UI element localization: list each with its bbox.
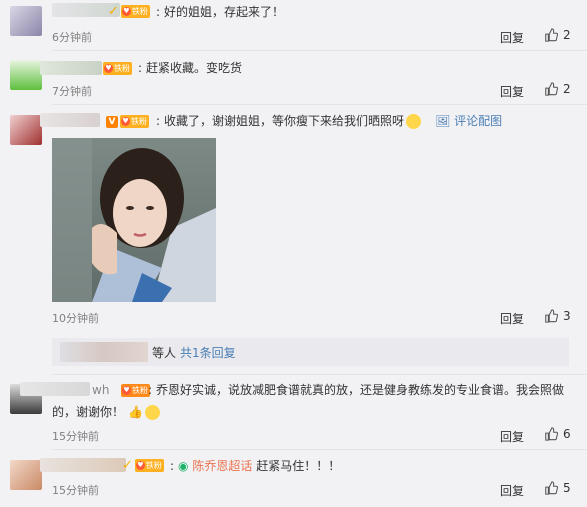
fan-badge[interactable]: ♥ 铁粉 bbox=[103, 62, 132, 75]
smile-emoji-icon bbox=[406, 114, 422, 129]
username-blurred[interactable] bbox=[40, 458, 126, 472]
comment-time: 6分钟前 bbox=[52, 31, 92, 44]
user-badges: ♥ 铁粉 bbox=[103, 62, 132, 75]
thumbs-up-icon bbox=[545, 309, 558, 323]
image-icon: 🖼 bbox=[435, 114, 451, 128]
subreply-suffix: 等人 bbox=[152, 345, 177, 360]
thumbs-up-icon bbox=[545, 82, 558, 96]
avatar[interactable] bbox=[10, 6, 42, 36]
like-button[interactable]: 3 bbox=[544, 309, 571, 323]
fan-icon: ♥ bbox=[121, 117, 130, 126]
comment-image-link[interactable]: 🖼 评论配图 bbox=[435, 114, 502, 128]
user-badges: ✓ ♥ 铁粉 bbox=[108, 5, 150, 18]
divider bbox=[52, 374, 587, 375]
like-button[interactable]: 6 bbox=[544, 427, 571, 441]
like-count: 2 bbox=[563, 28, 571, 42]
comment-text: : 赶紧收藏。变吃货 bbox=[138, 61, 243, 75]
reply-button[interactable]: 回复 bbox=[500, 29, 524, 46]
divider bbox=[52, 104, 587, 105]
vip-v-icon: V bbox=[106, 115, 118, 128]
like-button[interactable]: 2 bbox=[544, 82, 571, 96]
comment-text-line-2: 的，谢谢你！ 👍 bbox=[52, 402, 160, 422]
like-button[interactable]: 5 bbox=[544, 481, 571, 495]
reply-button[interactable]: 回复 bbox=[500, 83, 524, 100]
reply-button[interactable]: 回复 bbox=[500, 428, 524, 445]
fan-badge[interactable]: ♥ 铁粉 bbox=[120, 115, 149, 128]
avatar[interactable] bbox=[10, 460, 42, 490]
divider bbox=[52, 50, 587, 51]
laugh-emoji-icon bbox=[144, 405, 160, 420]
fan-badge[interactable]: ♥ 铁粉 bbox=[134, 459, 164, 472]
fan-icon: ♥ bbox=[121, 7, 131, 16]
username-suffix[interactable]: wh bbox=[92, 380, 109, 400]
like-button[interactable]: 2 bbox=[544, 28, 571, 42]
fan-badge[interactable]: ♥ 铁粉 bbox=[120, 5, 150, 18]
comment-text-line-1: : 乔恩好实诚，说放减肥食谱就真的放，还是健身教练发的专业食谱。我会照做 bbox=[148, 383, 565, 397]
supertopic-link[interactable]: ◉ 陈乔恩超话 bbox=[178, 459, 252, 473]
username-blurred[interactable] bbox=[40, 61, 102, 75]
comment-time: 7分钟前 bbox=[52, 85, 92, 98]
comment-time: 15分钟前 bbox=[52, 484, 99, 497]
supertopic-icon: ◉ bbox=[178, 459, 189, 473]
thumbs-up-icon bbox=[545, 28, 558, 42]
thumbs-up-icon bbox=[545, 481, 558, 495]
fan-icon: ♥ bbox=[135, 461, 145, 470]
vip-check-icon: ✓ bbox=[108, 3, 119, 19]
vip-check-icon: ✓ bbox=[122, 457, 133, 473]
comment-text: : 好的姐姐，存起来了！ bbox=[156, 5, 285, 19]
divider bbox=[52, 449, 587, 450]
avatar[interactable] bbox=[10, 115, 42, 145]
comment-photo[interactable] bbox=[52, 138, 216, 302]
thumbs-up-emoji-icon: 👍 bbox=[128, 405, 143, 419]
username-blurred[interactable] bbox=[20, 382, 90, 396]
subreply-avatars-blurred bbox=[60, 342, 148, 362]
avatar[interactable] bbox=[10, 60, 42, 90]
fan-icon: ♥ bbox=[104, 64, 113, 73]
subreply-summary[interactable]: 等人 共1条回复 bbox=[52, 338, 569, 366]
comment-text: : ◉ 陈乔恩超话 赶紧马住！！！ bbox=[170, 459, 341, 473]
thumbs-up-icon bbox=[545, 427, 558, 441]
username-blurred[interactable] bbox=[40, 113, 100, 127]
user-badges: ♥ 铁粉 bbox=[121, 384, 150, 397]
fan-icon: ♥ bbox=[122, 386, 131, 395]
comment-time: 15分钟前 bbox=[52, 430, 99, 443]
like-count: 3 bbox=[563, 309, 571, 323]
comment-text: : 收藏了，谢谢姐姐，等你瘦下来给我们晒照呀 🖼 评论配图 bbox=[156, 114, 503, 129]
user-badges: ✓ ♥ 铁粉 bbox=[122, 459, 164, 472]
portrait-image bbox=[52, 138, 216, 302]
like-count: 2 bbox=[563, 82, 571, 96]
like-count: 5 bbox=[563, 481, 571, 495]
user-badges: V ♥ 铁粉 bbox=[106, 115, 149, 128]
like-count: 6 bbox=[563, 427, 571, 441]
fan-badge[interactable]: ♥ 铁粉 bbox=[121, 384, 150, 397]
subreply-link[interactable]: 共1条回复 bbox=[180, 344, 236, 361]
reply-button[interactable]: 回复 bbox=[500, 310, 524, 327]
reply-button[interactable]: 回复 bbox=[500, 482, 524, 499]
comment-time: 10分钟前 bbox=[52, 312, 99, 325]
